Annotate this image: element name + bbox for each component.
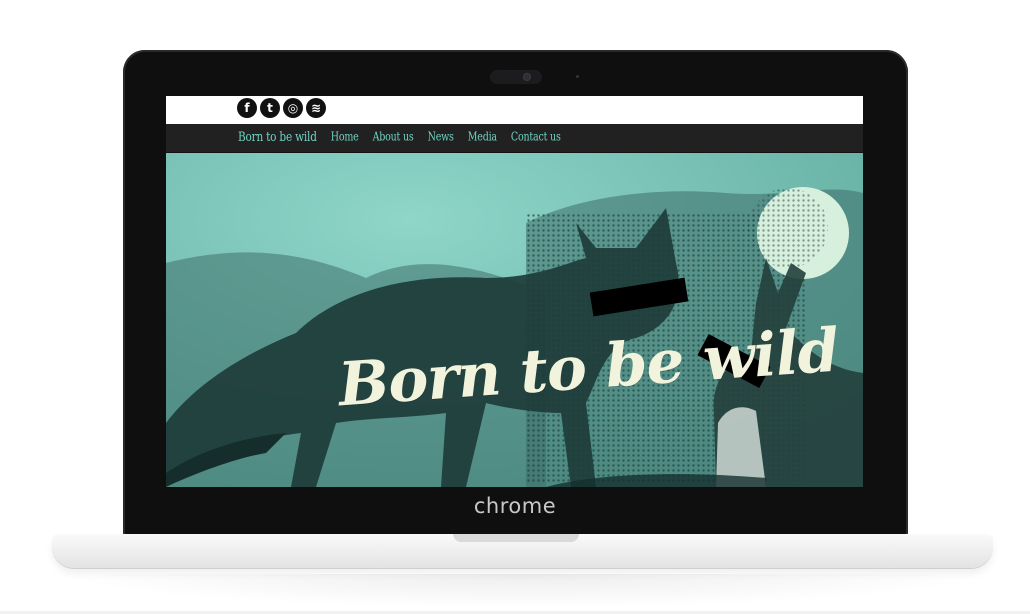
laptop-screen: f t ◎ ≋ Born to be wild Home About us Ne… bbox=[166, 96, 863, 487]
twitter-icon[interactable]: t bbox=[260, 98, 280, 118]
site-navbar: Born to be wild Home About us News Media… bbox=[166, 124, 863, 153]
twitter-glyph: t bbox=[267, 101, 273, 115]
nav-item-media[interactable]: Media bbox=[468, 130, 497, 144]
laptop-shadow bbox=[60, 574, 985, 608]
camera-lens bbox=[523, 73, 531, 81]
nav-menu: Born to be wild Home About us News Media… bbox=[238, 130, 561, 145]
social-links: f t ◎ ≋ bbox=[237, 98, 326, 118]
nav-item-news[interactable]: News bbox=[428, 130, 454, 144]
instagram-icon[interactable]: ◎ bbox=[283, 98, 303, 118]
facebook-glyph: f bbox=[244, 101, 250, 115]
spotify-icon[interactable]: ≋ bbox=[306, 98, 326, 118]
hero-banner: Born to be wild bbox=[166, 153, 863, 487]
facebook-icon[interactable]: f bbox=[237, 98, 257, 118]
moon-halftone bbox=[748, 188, 828, 268]
device-brand-label: chrome bbox=[473, 494, 557, 518]
nav-item-home[interactable]: Home bbox=[331, 130, 359, 144]
social-bar: f t ◎ ≋ bbox=[166, 96, 863, 124]
spotify-glyph: ≋ bbox=[310, 101, 322, 115]
instagram-glyph: ◎ bbox=[287, 101, 299, 115]
nav-item-contact-us[interactable]: Contact us bbox=[511, 130, 561, 144]
webcam bbox=[490, 70, 579, 84]
laptop-hinge-notch bbox=[453, 534, 579, 542]
camera-light bbox=[576, 75, 579, 78]
nav-item-about-us[interactable]: About us bbox=[373, 130, 414, 144]
nav-logo-link[interactable]: Born to be wild bbox=[238, 130, 317, 145]
